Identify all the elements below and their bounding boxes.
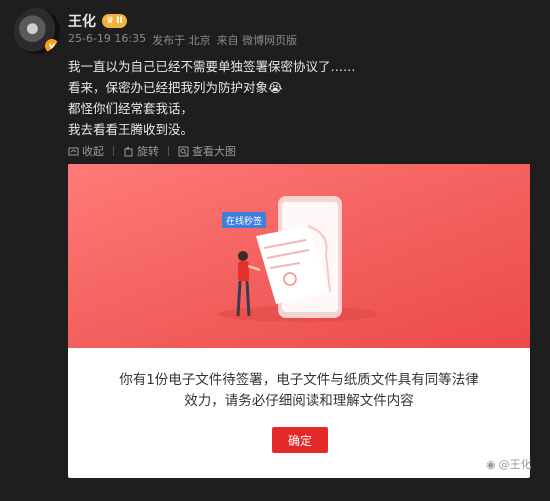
signing-illustration [218,196,378,322]
post-line: 看来，保密办已经把我列为防护对象😭 [68,80,283,95]
online-sign-tag: 在线秒签 [225,216,262,227]
watermark-text: @王化 [498,458,532,471]
weibo-logo-icon: ◉ [486,457,496,471]
divider [168,146,169,156]
post-line: 我去看看王腾收到没。 [68,122,194,137]
rotate-label: 旋转 [137,145,159,158]
zoom-icon [178,146,189,156]
user-name[interactable]: 王化 [68,11,96,31]
post-source: 来自 微博网页版 [216,34,298,47]
message-line: 效力，请务必仔细阅读和理解文件内容 [184,393,414,409]
verified-badge: v [45,39,59,53]
collapse-icon [68,147,79,155]
crown-icon: ♛ [106,16,115,26]
view-large-button[interactable]: 查看大图 [178,143,236,159]
post-line: 都怪你们经常套我话， [68,101,194,116]
confirm-button[interactable]: 确定 [272,427,328,453]
post-time[interactable]: 25-6-19 16:35 [68,32,146,48]
avatar[interactable]: v [14,8,60,54]
message-line: 你有1份电子文件待签署，电子文件与纸质文件具有同等法律 [119,372,479,388]
level-label: II [116,16,123,26]
view-large-label: 查看大图 [192,145,236,158]
rotate-icon [124,146,133,156]
weibo-watermark: ◉ @王化 [486,456,532,472]
user-header: 王化 ♛ II [68,11,127,31]
image-actions: 收起 旋转 查看大图 [68,143,236,159]
post-line: 我一直以为自己已经不需要单独签署保密协议了…… [68,59,356,74]
post-image-card[interactable]: 在线秒签 你有1份电子文件待签署，电子文件与纸质文件具有同等法律 效力，请务必仔… [68,164,530,478]
level-badge: ♛ II [102,14,127,28]
sign-message: 你有1份电子文件待签署，电子文件与纸质文件具有同等法律 效力，请务必仔细阅读和理… [68,370,530,412]
collapse-button[interactable]: 收起 [68,143,104,159]
rotate-button[interactable]: 旋转 [123,143,159,159]
post-location: 发布于 北京 [152,34,211,47]
post-text: 我一直以为自己已经不需要单独签署保密协议了…… 看来，保密办已经把我列为防护对象… [68,56,356,140]
divider [113,146,114,156]
post-meta: 25-6-19 16:35 发布于 北京 来自 微博网页版 [68,32,297,48]
hero-illustration: 在线秒签 [68,164,530,348]
collapse-label: 收起 [82,145,104,158]
